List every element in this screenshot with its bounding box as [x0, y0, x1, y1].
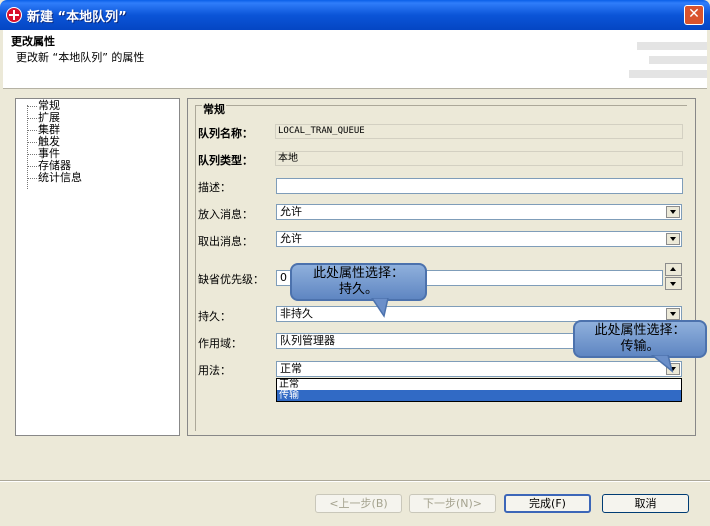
wizard-header: 更改属性 更改新 “本地队列” 的属性: [3, 30, 707, 89]
page-title: 更改属性: [11, 35, 55, 48]
usage-value: 正常: [280, 362, 302, 375]
put-messages-select[interactable]: 允许: [276, 204, 682, 220]
callout-text-line1: 此处属性选择：: [594, 323, 686, 338]
persistence-callout: 此处属性选择： 持久。: [290, 263, 427, 301]
next-button[interactable]: 下一步(N)>: [409, 494, 496, 513]
dropdown-option-normal[interactable]: 正常: [277, 379, 681, 390]
callout-text-line1: 此处属性选择：: [312, 266, 404, 281]
usage-callout: 此处属性选择： 传输。: [573, 320, 707, 358]
queue-name-field: LOCAL_TRAN_QUEUE: [275, 124, 683, 139]
property-tree: 常规 扩展 集群 触发 事件 存储器 统计信息: [15, 98, 180, 436]
persistence-value: 非持久: [280, 307, 313, 320]
usage-select[interactable]: 正常: [276, 361, 682, 377]
scope-label: 作用域：: [198, 337, 242, 350]
put-messages-label: 放入消息：: [198, 208, 253, 221]
group-title: 常规: [202, 101, 226, 117]
description-input[interactable]: [276, 178, 683, 194]
close-button[interactable]: ✕: [684, 5, 704, 25]
spin-up-icon[interactable]: [665, 263, 682, 276]
get-messages-select[interactable]: 允许: [276, 231, 682, 247]
window-title: 新建 “本地队列”: [27, 10, 127, 25]
queue-type-label: 队列类型：: [198, 154, 253, 167]
usage-dropdown-list: 正常 传输: [276, 378, 682, 402]
dropdown-option-transmission[interactable]: 传输: [277, 390, 681, 401]
put-messages-value: 允许: [280, 205, 302, 218]
bottom-separator-highlight: [0, 481, 710, 482]
get-messages-value: 允许: [280, 232, 302, 245]
cancel-button[interactable]: 取消: [602, 494, 689, 513]
title-bar: 新建 “本地队列” ✕: [0, 0, 710, 30]
queue-name-label: 队列名称：: [198, 127, 253, 140]
scope-value: 队列管理器: [280, 334, 335, 347]
default-priority-label: 缺省优先级：: [198, 273, 264, 286]
header-decoration: [637, 42, 707, 50]
callout-pointer: [371, 298, 389, 318]
app-icon: [6, 7, 22, 23]
description-label: 描述：: [198, 181, 231, 194]
tree-item-statistics[interactable]: 统计信息: [27, 172, 82, 184]
persistence-label: 持久：: [198, 310, 231, 323]
header-decoration: [629, 70, 707, 78]
queue-type-field: 本地: [275, 151, 683, 166]
chevron-down-icon[interactable]: [666, 233, 680, 245]
chevron-down-icon[interactable]: [666, 206, 680, 218]
callout-text-line2: 持久。: [338, 282, 378, 297]
header-decoration: [649, 56, 707, 64]
back-button[interactable]: <上一步(B): [315, 494, 402, 513]
page-description: 更改新 “本地队列” 的属性: [16, 51, 145, 64]
usage-label: 用法：: [198, 364, 231, 377]
spin-down-icon[interactable]: [665, 277, 682, 290]
callout-text-line2: 传输。: [620, 339, 660, 354]
callout-pointer: [650, 355, 674, 373]
finish-button[interactable]: 完成(F): [504, 494, 591, 513]
chevron-down-icon[interactable]: [666, 308, 680, 320]
get-messages-label: 取出消息：: [198, 235, 253, 248]
